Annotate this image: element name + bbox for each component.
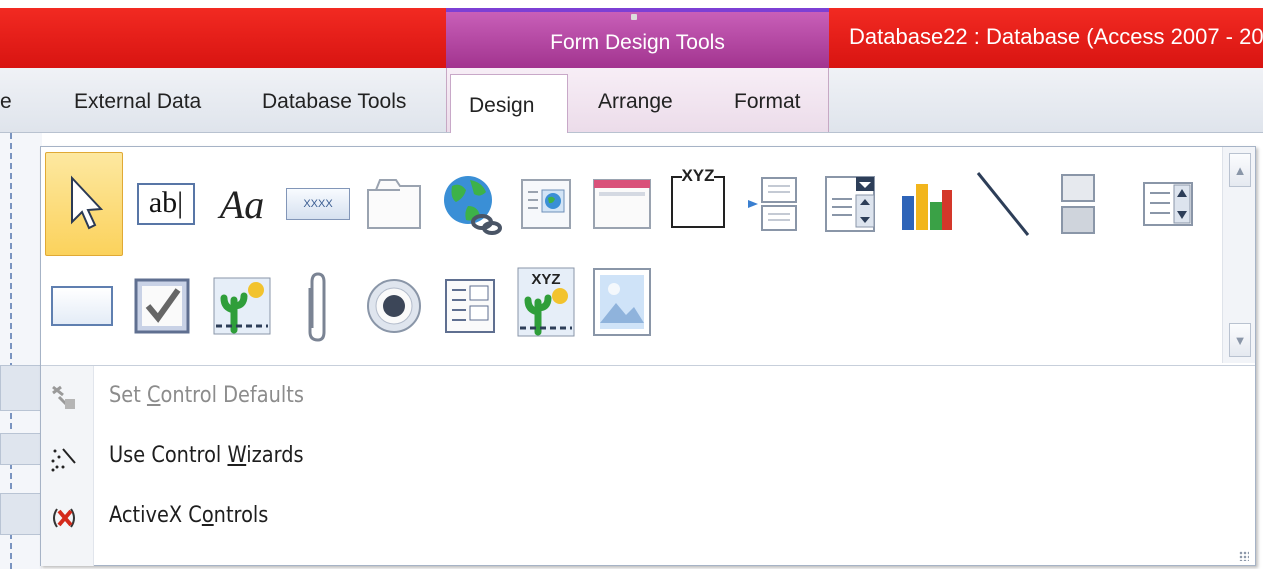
- option-button-tool[interactable]: [357, 269, 431, 343]
- controls-gallery-dropdown: ab| Aa XXXX XYZ XYZ ▲ ▼ Set Control Defa…: [40, 146, 1256, 566]
- attachment-tool[interactable]: [281, 269, 355, 343]
- image-icon: [593, 268, 651, 336]
- bound-object-frame-icon: XYZ: [517, 267, 575, 337]
- toggle-button-tool[interactable]: [1041, 167, 1115, 241]
- resize-grip[interactable]: [1239, 551, 1249, 561]
- title-bar-left: [0, 8, 446, 68]
- tab-format[interactable]: Format: [734, 82, 801, 122]
- chart-icon: [902, 184, 952, 230]
- option-group-icon: XYZ: [671, 166, 725, 228]
- attachment-icon: [308, 272, 326, 342]
- subform-icon: [445, 279, 495, 333]
- activex-controls-label: ActiveX Controls: [109, 503, 269, 528]
- tab-control-icon: [367, 179, 421, 229]
- button-tool[interactable]: XXXX: [281, 167, 355, 241]
- rectangle-icon: [51, 286, 113, 326]
- navigation-control-icon: [593, 179, 651, 229]
- option-button-icon: [367, 279, 421, 333]
- svg-text:XYZ: XYZ: [681, 166, 714, 185]
- chart-tool[interactable]: [889, 167, 963, 241]
- select-pointer-icon: [71, 175, 104, 230]
- label-icon: Aa: [219, 181, 265, 227]
- hyperlink-tool[interactable]: [433, 167, 507, 241]
- title-bar: Form Design Tools Database22 : Database …: [0, 8, 1263, 68]
- tab-arrange[interactable]: Arrange: [598, 82, 673, 122]
- insert-page-break-icon: [748, 177, 797, 231]
- toggle-button-icon: [1061, 174, 1095, 234]
- unbound-object-frame-icon: [213, 277, 271, 335]
- window-title: Database22 : Database (Access 2007 - 201…: [829, 8, 1263, 68]
- activex-controls-item[interactable]: ActiveX Controls: [41, 489, 1255, 547]
- tab-database-tools[interactable]: Database Tools: [262, 82, 406, 122]
- web-browser-icon: [521, 179, 571, 229]
- text-box-tool[interactable]: ab|: [129, 167, 203, 241]
- gallery-scrollbar[interactable]: ▲ ▼: [1222, 147, 1255, 363]
- line-icon: [976, 172, 1030, 236]
- background-control: [0, 493, 42, 535]
- scroll-down-button[interactable]: ▼: [1229, 323, 1251, 357]
- navigation-control-tool[interactable]: [585, 167, 659, 241]
- list-box-tool[interactable]: [1131, 167, 1205, 241]
- text-box-icon: ab|: [137, 183, 195, 225]
- controls-gallery: ab| Aa XXXX XYZ XYZ: [41, 147, 1221, 365]
- select-tool[interactable]: [45, 152, 123, 256]
- use-control-wizards-item[interactable]: Use Control Wizards: [41, 429, 1255, 487]
- set-control-defaults-label: Set Control Defaults: [109, 383, 304, 408]
- hyperlink-icon: [444, 176, 502, 235]
- tab-external-data[interactable]: External Data: [74, 82, 201, 122]
- scroll-up-button[interactable]: ▲: [1229, 153, 1251, 187]
- activex-icon: [53, 508, 75, 528]
- svg-text:XYZ: XYZ: [531, 271, 560, 288]
- ribbon-left-edge: [0, 133, 42, 569]
- image-tool[interactable]: [585, 265, 659, 339]
- check-box-icon: [134, 278, 190, 334]
- background-control: [0, 365, 42, 411]
- check-box-tool[interactable]: [125, 269, 199, 343]
- bound-object-frame-tool[interactable]: XYZ: [509, 265, 583, 339]
- line-tool[interactable]: [965, 167, 1039, 241]
- contextual-tab-group-label: Form Design Tools: [446, 8, 829, 68]
- set-control-defaults-item[interactable]: Set Control Defaults: [41, 369, 1255, 427]
- combo-box-icon: [825, 176, 875, 232]
- control-wizard-icon: [51, 448, 76, 472]
- button-icon: XXXX: [286, 188, 350, 220]
- list-box-icon: [1143, 182, 1193, 226]
- subform-tool[interactable]: [433, 269, 507, 343]
- label-tool[interactable]: Aa: [205, 167, 279, 241]
- background-control: [0, 433, 42, 465]
- unbound-object-frame-tool[interactable]: [205, 269, 279, 343]
- web-browser-tool[interactable]: [509, 167, 583, 241]
- combo-box-tool[interactable]: [813, 167, 887, 241]
- rectangle-tool[interactable]: [45, 269, 119, 343]
- use-control-wizards-label: Use Control Wizards: [109, 443, 304, 468]
- title-dot: [631, 14, 637, 20]
- tab-design[interactable]: Design: [450, 74, 568, 133]
- tab-partial[interactable]: e: [0, 82, 12, 122]
- set-defaults-icon: [52, 385, 75, 409]
- option-group-tool[interactable]: XYZ: [661, 161, 735, 235]
- tab-control-tool[interactable]: [357, 167, 431, 241]
- insert-page-break-tool[interactable]: [737, 167, 811, 241]
- menu-separator: [41, 365, 1255, 366]
- ribbon-tab-strip: e External Data Database Tools Design Ar…: [0, 68, 1263, 133]
